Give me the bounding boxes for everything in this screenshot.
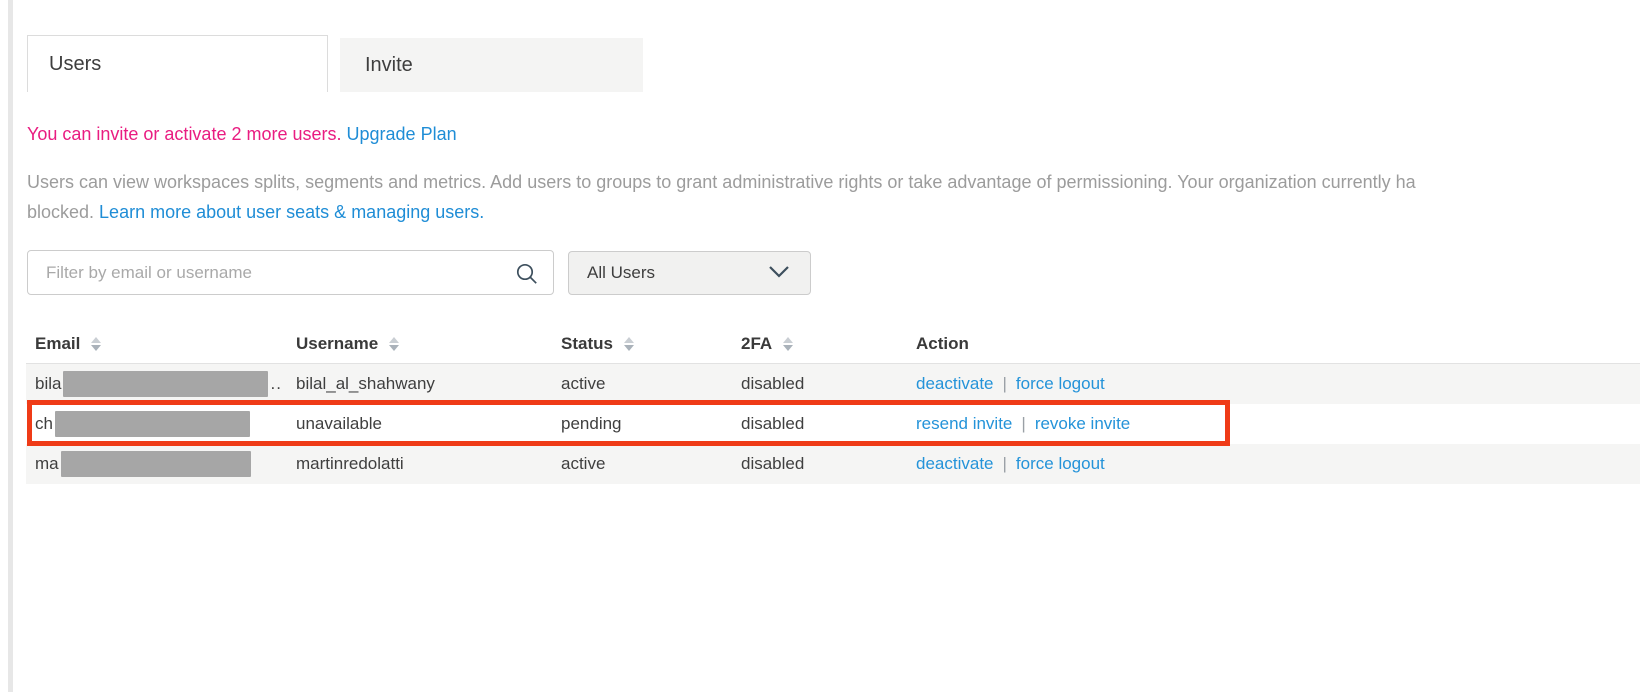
users-description-line2-prefix: blocked. [27, 202, 99, 222]
twofa-cell: disabled [741, 374, 916, 394]
user-filter-dropdown-value: All Users [587, 263, 655, 283]
email-prefix: ma [35, 454, 59, 474]
action-cell: deactivate | force logout [916, 374, 1640, 394]
sort-username-icon[interactable] [389, 337, 399, 351]
action-separator: | [1003, 374, 1007, 393]
action-cell: deactivate | force logout [916, 454, 1640, 474]
upgrade-plan-link[interactable]: Upgrade Plan [347, 124, 457, 144]
username-cell: bilal_al_shahwany [296, 374, 561, 394]
twofa-cell: disabled [741, 454, 916, 474]
header-2fa: 2FA [741, 334, 772, 354]
email-redaction-box [63, 371, 268, 397]
header-username: Username [296, 334, 378, 354]
tab-invite-label: Invite [365, 54, 413, 77]
email-redaction-box [61, 451, 251, 477]
filter-input[interactable] [28, 251, 553, 294]
force-logout-link[interactable]: force logout [1016, 374, 1105, 393]
force-logout-link[interactable]: force logout [1016, 454, 1105, 473]
username-cell: unavailable [296, 414, 561, 434]
email-cell: ma [26, 451, 296, 477]
revoke-invite-link[interactable]: revoke invite [1035, 414, 1130, 433]
chevron-down-icon [768, 263, 790, 283]
tab-users-label: Users [49, 53, 101, 76]
email-suffix: .. [270, 374, 281, 394]
users-table: Email Username Status 2FA Action bila [26, 325, 1640, 484]
user-management-page: Users Invite You can invite or activate … [0, 0, 1640, 692]
header-status: Status [561, 334, 613, 354]
plan-limit-banner: You can invite or activate 2 more users.… [27, 124, 457, 145]
email-redaction-box [55, 411, 250, 437]
status-cell: pending [561, 414, 741, 434]
users-description-line1: Users can view workspaces splits, segmen… [27, 167, 1640, 197]
tab-users[interactable]: Users [27, 35, 328, 92]
filter-field-wrapper [27, 250, 554, 295]
deactivate-link[interactable]: deactivate [916, 454, 994, 473]
action-cell: resend invite | revoke invite [916, 414, 1640, 434]
deactivate-link[interactable]: deactivate [916, 374, 994, 393]
learn-more-link[interactable]: Learn more about user seats & managing u… [99, 202, 484, 222]
email-prefix: ch [35, 414, 53, 434]
table-row: bila .. bilal_al_shahwany active disable… [26, 364, 1640, 404]
plan-limit-message: You can invite or activate 2 more users. [27, 124, 342, 144]
header-email: Email [35, 334, 80, 354]
email-prefix: bila [35, 374, 61, 394]
action-separator: | [1021, 414, 1025, 433]
table-row: ma martinredolatti active disabled deact… [26, 444, 1640, 484]
username-cell: martinredolatti [296, 454, 561, 474]
tab-invite[interactable]: Invite [340, 38, 643, 92]
action-separator: | [1003, 454, 1007, 473]
page-scrollbar-track [8, 0, 13, 692]
sort-email-icon[interactable] [91, 337, 101, 351]
status-cell: active [561, 374, 741, 394]
status-cell: active [561, 454, 741, 474]
users-table-header: Email Username Status 2FA Action [26, 325, 1640, 364]
user-filter-dropdown[interactable]: All Users [568, 251, 811, 295]
sort-status-icon[interactable] [624, 337, 634, 351]
twofa-cell: disabled [741, 414, 916, 434]
table-row-highlighted: ch unavailable pending disabled resend i… [26, 404, 1640, 444]
sort-2fa-icon[interactable] [783, 337, 793, 351]
resend-invite-link[interactable]: resend invite [916, 414, 1012, 433]
header-action: Action [916, 334, 969, 354]
users-description: Users can view workspaces splits, segmen… [27, 167, 1640, 227]
email-cell: bila .. [26, 371, 296, 397]
email-cell: ch [26, 411, 296, 437]
search-icon[interactable] [515, 262, 539, 291]
